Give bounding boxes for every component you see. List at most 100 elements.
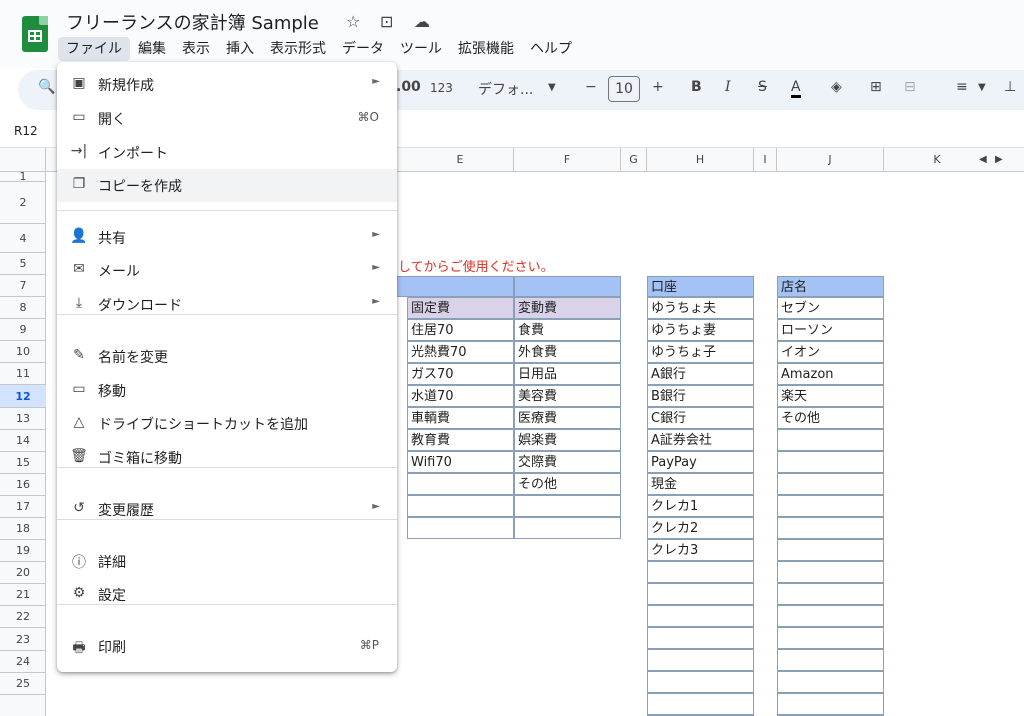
column-header-k[interactable]: K: [884, 148, 990, 172]
store-cell[interactable]: [777, 583, 884, 605]
font-size-field[interactable]: 10: [608, 76, 640, 102]
column-header-h[interactable]: H: [647, 148, 754, 172]
account-cell[interactable]: [647, 671, 754, 693]
sheets-logo-icon[interactable]: [22, 16, 48, 52]
account-cell[interactable]: [647, 627, 754, 649]
fixed-cost-cell[interactable]: ガス70: [407, 363, 514, 385]
store-cell[interactable]: [777, 561, 884, 583]
store-cell[interactable]: [777, 473, 884, 495]
italic-button[interactable]: I: [725, 79, 731, 95]
file-menu-item-drive-shortcut[interactable]: △ ドライブにショートカットを追加: [57, 407, 397, 440]
account-cell[interactable]: [647, 561, 754, 583]
account-cell[interactable]: 現金: [647, 473, 754, 495]
row-header-16[interactable]: 16: [0, 474, 46, 496]
store-cell[interactable]: [777, 671, 884, 693]
account-cell[interactable]: [647, 693, 754, 715]
store-cell[interactable]: Amazon: [777, 363, 884, 385]
row-header-12[interactable]: 12: [0, 385, 46, 408]
row-header-23[interactable]: 23: [0, 628, 46, 651]
row-header-11[interactable]: 11: [0, 363, 46, 385]
variable-cost-cell[interactable]: 美容費: [514, 385, 621, 407]
store-cell[interactable]: セブン: [777, 297, 884, 319]
account-cell[interactable]: ゆうちょ子: [647, 341, 754, 363]
row-header-13[interactable]: 13: [0, 408, 46, 430]
store-cell[interactable]: [777, 649, 884, 671]
variable-cost-cell[interactable]: 日用品: [514, 363, 621, 385]
font-size-decrease-button[interactable]: −: [585, 79, 597, 95]
column-header-e[interactable]: E: [407, 148, 514, 172]
store-cell[interactable]: [777, 693, 884, 715]
file-menu-item-history[interactable]: ↺ 変更履歴 ►: [57, 493, 397, 526]
menu-format[interactable]: 表示形式: [262, 37, 334, 61]
row-header-20[interactable]: 20: [0, 562, 46, 584]
account-cell[interactable]: C銀行: [647, 407, 754, 429]
row-header-14[interactable]: 14: [0, 430, 46, 452]
variable-cost-cell[interactable]: 娯楽費: [514, 429, 621, 451]
document-title[interactable]: フリーランスの家計簿 Sample: [66, 9, 319, 35]
select-all-corner[interactable]: [0, 148, 46, 172]
column-header-g[interactable]: G: [621, 148, 647, 172]
store-cell[interactable]: [777, 495, 884, 517]
row-header-10[interactable]: 10: [0, 341, 46, 363]
row-header-17[interactable]: 17: [0, 496, 46, 518]
cloud-status-icon[interactable]: ☁: [414, 12, 430, 31]
name-box[interactable]: R12: [14, 124, 38, 138]
variable-cost-cell[interactable]: 食費: [514, 319, 621, 341]
fixed-cost-cell[interactable]: 住居70: [407, 319, 514, 341]
account-cell[interactable]: [647, 605, 754, 627]
strikethrough-button[interactable]: S: [758, 79, 767, 95]
file-menu-item-mail[interactable]: ✉ メール ►: [57, 254, 397, 287]
row-header-2[interactable]: 2: [0, 182, 46, 224]
column-header-i[interactable]: I: [754, 148, 777, 172]
column-header-j[interactable]: J: [777, 148, 884, 172]
account-cell[interactable]: クレカ1: [647, 495, 754, 517]
account-cell[interactable]: クレカ2: [647, 517, 754, 539]
file-menu-item-folder[interactable]: ▭ 開く ⌘O: [57, 102, 397, 135]
file-menu-item-trash[interactable]: 🗑 ゴミ箱に移動: [57, 441, 397, 474]
valign-icon[interactable]: ⊥: [1004, 79, 1016, 95]
file-menu-item-print[interactable]: 🖶 印刷 ⌘P: [57, 630, 397, 663]
variable-cost-cell[interactable]: [514, 495, 621, 517]
bold-button[interactable]: B: [691, 79, 702, 95]
account-cell[interactable]: A証券会社: [647, 429, 754, 451]
borders-icon[interactable]: ⊞: [870, 79, 882, 95]
file-menu-item-share[interactable]: 👤 共有 ►: [57, 221, 397, 254]
fixed-cost-cell[interactable]: 水道70: [407, 385, 514, 407]
fixed-cost-cell[interactable]: [407, 473, 514, 495]
variable-cost-cell[interactable]: その他: [514, 473, 621, 495]
move-folder-icon[interactable]: ⊡: [380, 12, 393, 31]
store-cell[interactable]: [777, 451, 884, 473]
row-header-7[interactable]: 7: [0, 275, 46, 297]
scroll-left-icon[interactable]: ◀: [979, 154, 987, 165]
menu-view[interactable]: 表示: [174, 37, 218, 61]
table-header-cell[interactable]: [514, 276, 621, 297]
account-cell[interactable]: ゆうちょ夫: [647, 297, 754, 319]
file-menu-item-download[interactable]: ⤓ ダウンロード ►: [57, 288, 397, 321]
font-size-increase-button[interactable]: +: [652, 79, 664, 95]
menu-file[interactable]: ファイル: [58, 37, 130, 61]
account-cell[interactable]: PayPay: [647, 451, 754, 473]
variable-cost-cell[interactable]: 医療費: [514, 407, 621, 429]
row-header-9[interactable]: 9: [0, 319, 46, 341]
align-icon[interactable]: ≡: [956, 79, 968, 95]
store-header[interactable]: 店名: [777, 276, 884, 297]
chevron-down-icon[interactable]: ▼: [548, 82, 556, 93]
row-header-18[interactable]: 18: [0, 518, 46, 540]
fixed-cost-cell[interactable]: Wifi70: [407, 451, 514, 473]
star-icon[interactable]: ☆: [346, 12, 360, 31]
row-header-25[interactable]: 25: [0, 673, 46, 695]
file-menu-item-new[interactable]: ▣ 新規作成 ►: [57, 68, 397, 101]
file-menu-item-info[interactable]: ⓘ 詳細: [57, 545, 397, 578]
store-cell[interactable]: [777, 539, 884, 561]
menu-tools[interactable]: ツール: [392, 37, 450, 61]
column-header-f[interactable]: F: [514, 148, 621, 172]
menu-data[interactable]: データ: [334, 37, 392, 61]
text-color-button[interactable]: A: [791, 79, 801, 98]
account-cell[interactable]: [647, 649, 754, 671]
row-header-4[interactable]: 4: [0, 224, 46, 253]
merge-cells-icon[interactable]: ⊟: [904, 79, 916, 95]
store-cell[interactable]: [777, 627, 884, 649]
decimal-increase-button[interactable]: .00: [396, 79, 421, 95]
store-cell[interactable]: その他: [777, 407, 884, 429]
row-header-22[interactable]: 22: [0, 606, 46, 628]
